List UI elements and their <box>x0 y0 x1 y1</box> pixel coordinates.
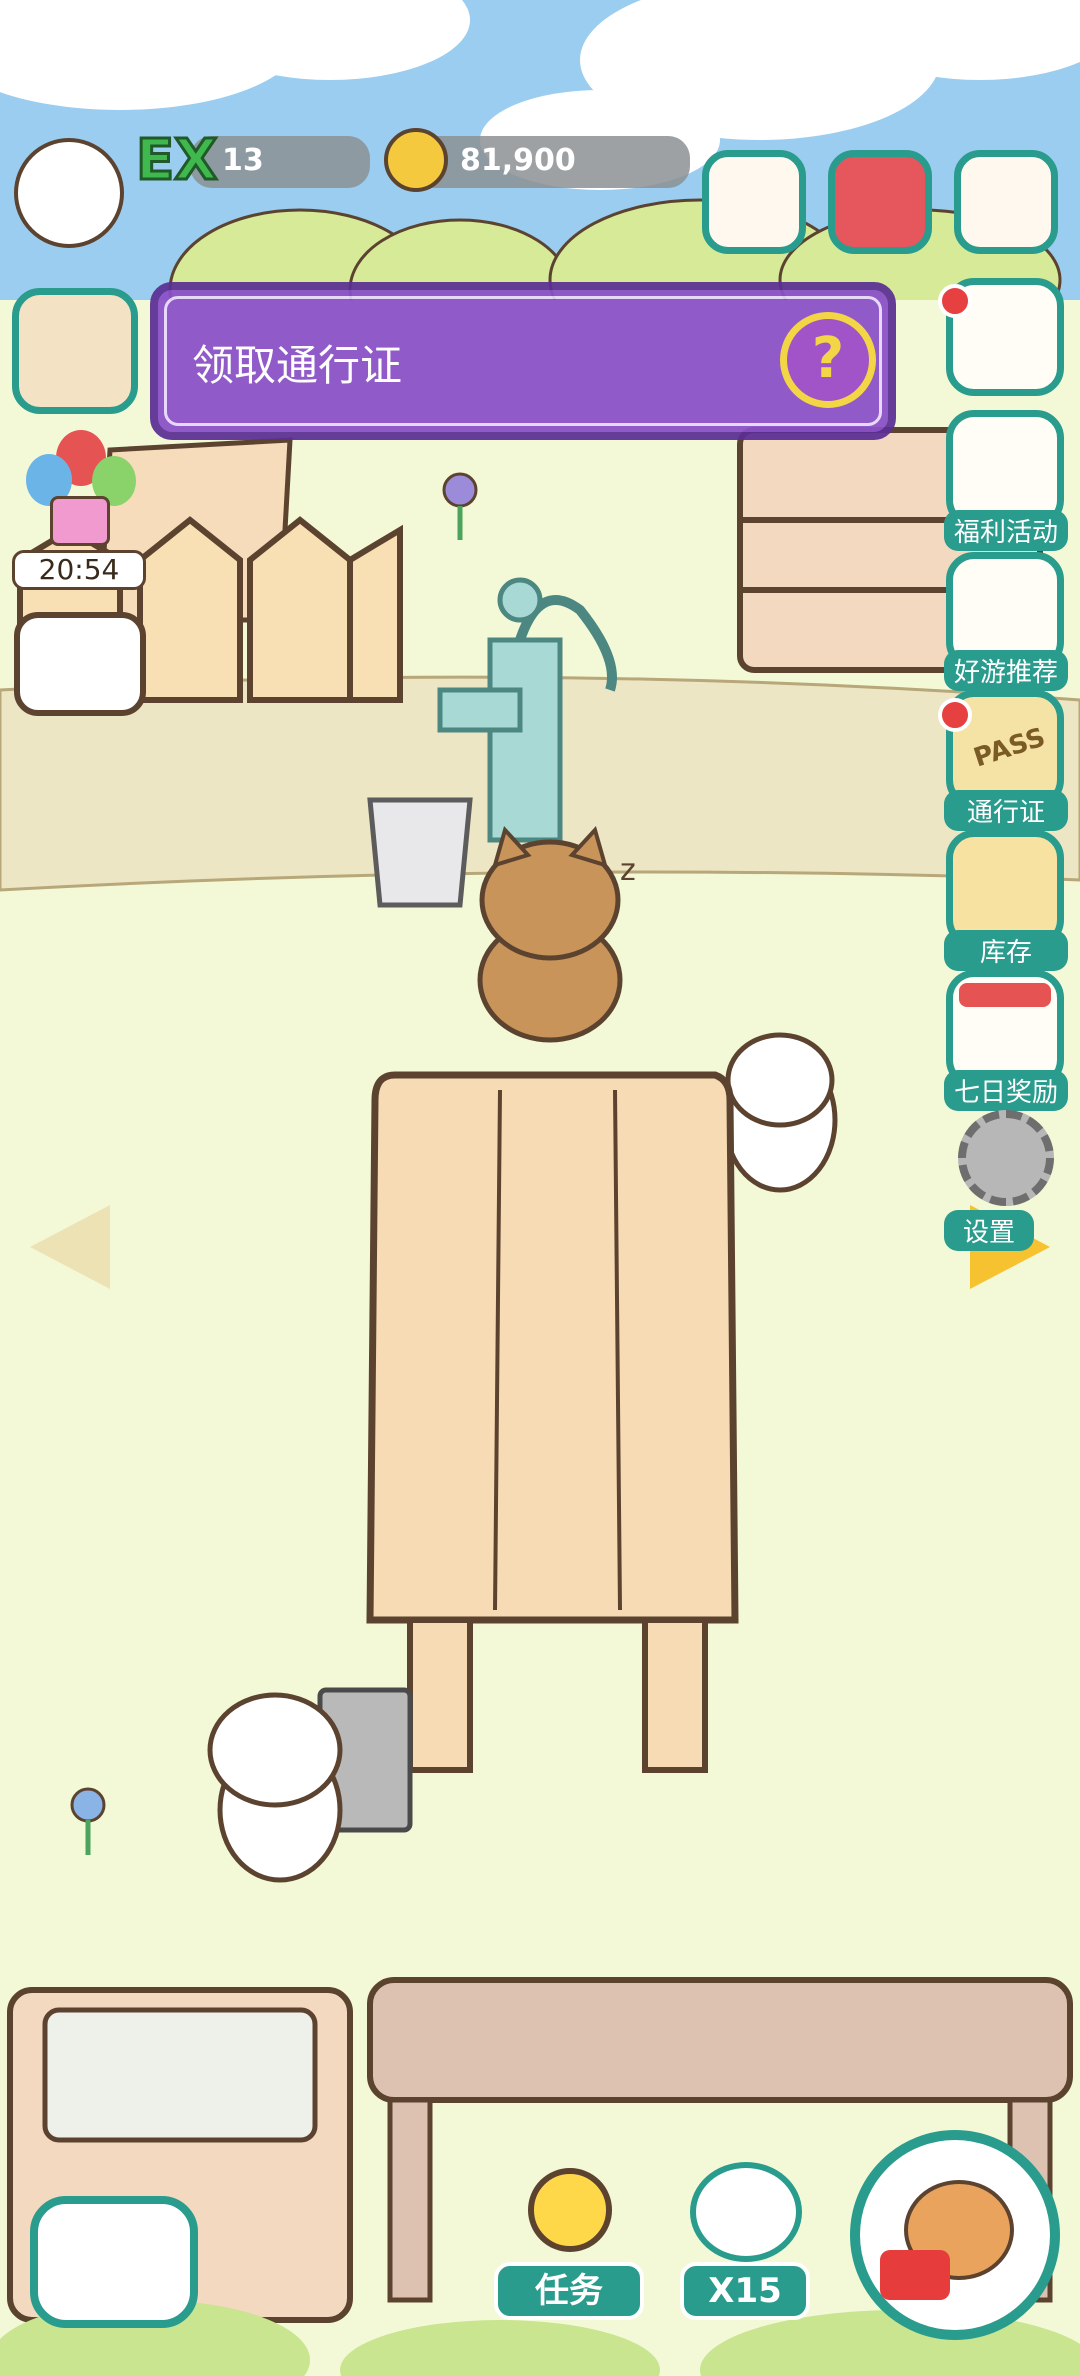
lightbulb-icon[interactable] <box>528 2168 612 2252</box>
mailbox-icon[interactable] <box>954 150 1058 254</box>
cat-chat-icon[interactable] <box>14 612 146 716</box>
side-label-settings[interactable]: 设置 <box>944 1210 1034 1251</box>
megaphone <box>880 2250 950 2300</box>
side-label-inventory[interactable]: 库存 <box>944 930 1068 971</box>
shop-icon[interactable] <box>702 150 806 254</box>
cat-megaphone-icon[interactable] <box>850 2130 1060 2340</box>
calendar-header <box>959 983 1051 1007</box>
alert-dot-pass <box>938 698 972 732</box>
map-icon[interactable] <box>12 288 138 414</box>
multiplier-button[interactable]: X15 <box>680 2262 810 2320</box>
tasks-button[interactable]: 任务 <box>494 2262 644 2320</box>
cat-megaphone-small-icon <box>690 2162 802 2262</box>
pass-banner[interactable]: 领取通行证 ? <box>150 282 896 440</box>
side-label-seven-day[interactable]: 七日奖励 <box>944 1070 1068 1111</box>
gear-icon[interactable] <box>958 1110 1054 1206</box>
storage-box-icon[interactable] <box>30 2196 198 2328</box>
side-label-recommend[interactable]: 好游推荐 <box>944 650 1068 691</box>
help-button[interactable]: ? <box>780 312 876 408</box>
pass-banner-label: 领取通行证 <box>192 341 403 390</box>
gift-box <box>50 496 110 546</box>
event-timer: 20:54 <box>12 550 146 590</box>
side-label-pass[interactable]: 通行证 <box>944 790 1068 831</box>
paw-coin-icon <box>384 128 448 192</box>
level-value: 13 <box>222 143 264 178</box>
dog-avatar-icon[interactable] <box>14 138 124 248</box>
balloon-gift-icon[interactable] <box>20 420 140 550</box>
svg-text:z: z <box>620 853 636 888</box>
cat-book-icon[interactable] <box>828 150 932 254</box>
arrow-left-icon[interactable] <box>30 1205 110 1289</box>
side-label-welfare[interactable]: 福利活动 <box>944 510 1068 551</box>
alert-dot <box>938 284 972 318</box>
level-badge: EX <box>134 127 218 195</box>
coin-value: 81,900 <box>460 143 576 178</box>
pass-ticket-text: PASS <box>970 722 1049 774</box>
